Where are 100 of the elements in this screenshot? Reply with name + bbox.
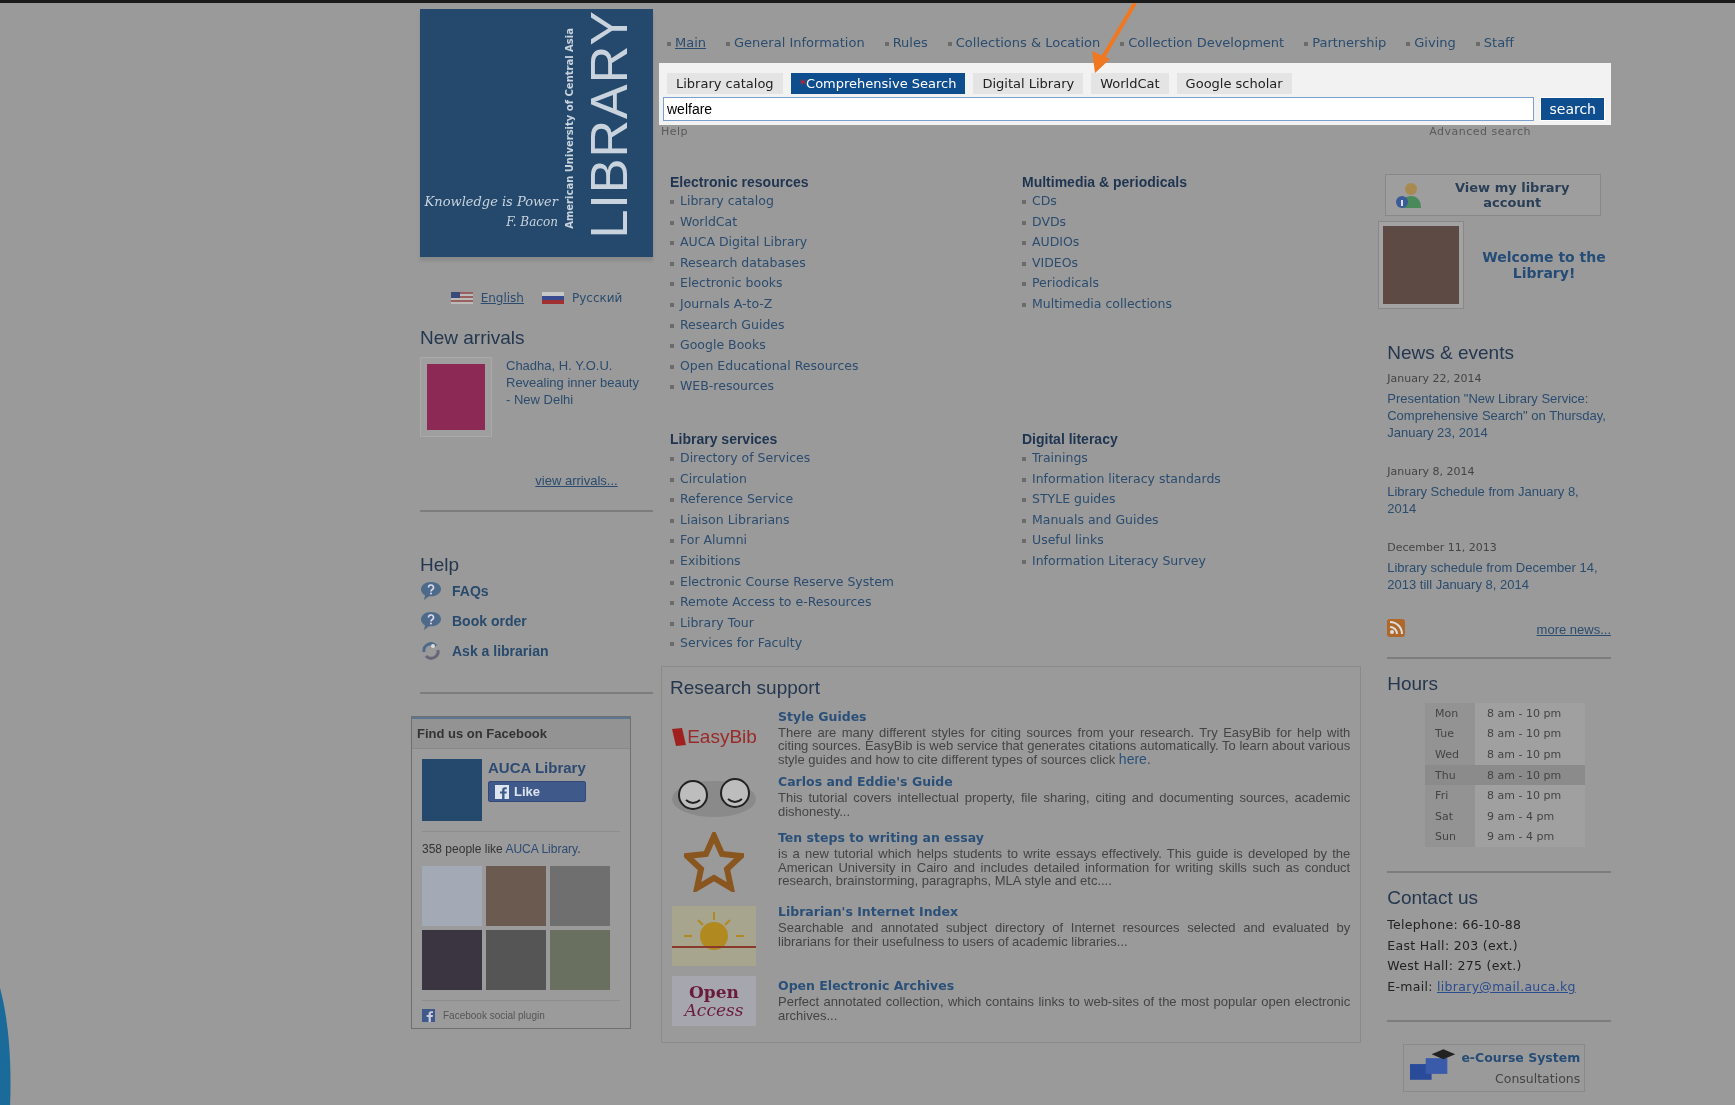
resource-link[interactable]: CDs	[1022, 191, 1057, 212]
resource-link[interactable]: Information Literacy Survey	[1022, 550, 1206, 572]
resource-link[interactable]: Circulation	[670, 468, 747, 490]
arrival-link[interactable]: Chadha, H. Y.O.U. Revealing inner beauty - New Delhi	[506, 357, 646, 437]
search-tab[interactable]: Google scholar	[1176, 73, 1292, 94]
book-icon	[671, 726, 688, 747]
search-tab[interactable]: Digital Library	[973, 73, 1084, 94]
help-link[interactable]: Book order	[420, 606, 653, 636]
us-flag-icon	[450, 292, 473, 304]
resource-link[interactable]: Electronic books	[670, 273, 783, 294]
star-emblem-icon	[684, 832, 744, 893]
resource-link[interactable]: VIDEOs	[1022, 252, 1079, 274]
search-tab[interactable]: *Comprehensive Search	[790, 73, 966, 94]
resource-link[interactable]: Trainings	[1022, 447, 1088, 469]
resource-title-link[interactable]: Librarian's Internet Index	[778, 904, 959, 920]
resource-title-link[interactable]: Style Guides	[778, 708, 867, 724]
hours-row: Sun 9 am - 4 pm	[1425, 826, 1586, 848]
open-access-logo: Open Access	[672, 976, 756, 1027]
resource-link[interactable]: Reference Service	[670, 489, 794, 510]
contact-line: Telephone: 66-10-88	[1387, 916, 1523, 935]
news-link[interactable]: Presentation "New Library Service: Comprehensive Search" on Thursday, January 23, 2014	[1387, 390, 1610, 441]
contact-line: E-mail: library@mail.auca.kg	[1387, 977, 1577, 996]
search-tab[interactable]: WorldCat	[1091, 73, 1169, 94]
resource-link[interactable]: DVDs	[1022, 211, 1067, 233]
e-course-button[interactable]: e-Course System Consultations	[1403, 1043, 1586, 1092]
search-tab[interactable]: Library catalog	[667, 73, 783, 94]
resource-description: Searchable and annotated subject directory of Internet resources selected and evaluated by librarians for their usefulness to users of academic libraries...	[778, 921, 1351, 949]
resource-link[interactable]: Periodicals	[1022, 273, 1099, 294]
page-logo	[422, 759, 482, 821]
section-heading: Multimedia & periodicals	[1022, 174, 1188, 190]
nav-link[interactable]: Partnership	[1304, 35, 1387, 63]
resource-link[interactable]: Electronic Course Reserve System	[670, 571, 895, 593]
view-arrivals-link[interactable]: view arrivals...	[535, 473, 618, 488]
facebook-icon	[495, 784, 509, 799]
resource-link[interactable]: Manuals and Guides	[1022, 509, 1159, 531]
resource-link[interactable]: Research Guides	[670, 314, 785, 336]
nav-link[interactable]: Giving	[1406, 35, 1456, 63]
resource-link[interactable]: WEB-resources	[670, 376, 774, 397]
nav-link[interactable]: Rules	[884, 35, 928, 63]
welcome-link[interactable]: Welcome to the Library!	[1477, 249, 1611, 281]
resource-link[interactable]: Open Educational Resources	[670, 355, 859, 377]
resource-link[interactable]: Useful links	[1022, 530, 1104, 551]
logo-author: F. Bacon	[506, 215, 558, 229]
resource-link[interactable]: AUDIOs	[1022, 232, 1080, 253]
more-news-link[interactable]: more news...	[1536, 622, 1611, 637]
section-title: Contact us	[1387, 887, 1480, 910]
resource-link[interactable]: Liaison Librarians	[670, 509, 790, 531]
language-link[interactable]: English	[450, 291, 524, 305]
resource-link[interactable]: Journals A-to-Z	[670, 293, 773, 315]
question-bubble-icon	[420, 581, 442, 601]
section-title: New arrivals	[420, 327, 526, 349]
resource-link[interactable]: WorldCat	[670, 211, 738, 233]
resource-title-link[interactable]: Carlos and Eddie's Guide	[778, 774, 953, 790]
resource-link[interactable]: Google Books	[670, 335, 766, 356]
nav-link[interactable]: Collections & Location	[947, 35, 1101, 63]
hours-row: Sat 9 am - 4 pm	[1425, 805, 1586, 827]
nav-link[interactable]: Collection Development	[1120, 35, 1285, 63]
resource-description: is a new tutorial which helps students to write essays effectively. This guide is developed by the American University in Cairo and includes detailed information for writing skills such as conduct research, brainstorming, paragraphs, MLA style and etc....	[778, 847, 1351, 888]
resource-link[interactable]: AUCA Digital Library	[670, 232, 808, 253]
hours-row: Wed 8 am - 10 pm	[1425, 744, 1586, 765]
question-bubble-icon	[420, 611, 442, 631]
news-link[interactable]: Library Schedule from January 8, 2014	[1387, 483, 1610, 517]
resource-link[interactable]: Information literacy standards	[1022, 468, 1221, 490]
photo-placeholder	[486, 930, 546, 990]
help-link[interactable]: Help	[661, 125, 689, 138]
help-link[interactable]: Ask a librarian	[420, 636, 653, 666]
resource-title-link[interactable]: Ten steps to writing an essay	[778, 830, 984, 846]
facebook-page-link[interactable]: AUCA Library	[488, 759, 586, 776]
contact-line: West Hall: 275 (ext.)	[1387, 957, 1523, 976]
advanced-search-link[interactable]: Advanced search	[1429, 125, 1531, 138]
resource-link[interactable]: Library Tour	[670, 612, 754, 634]
help-link[interactable]: FAQs	[420, 576, 653, 606]
resource-link[interactable]: Research databases	[670, 252, 806, 274]
nav-link[interactable]: General Information	[726, 35, 865, 63]
resource-link[interactable]: Services for Faculty	[670, 633, 803, 654]
here-link[interactable]: here	[1118, 750, 1147, 767]
facebook-plugin-label: Facebook social plugin	[422, 1009, 545, 1022]
resource-link[interactable]: STYLE guides	[1022, 489, 1116, 510]
account-button[interactable]: View my library account	[1385, 174, 1602, 216]
search-button[interactable]: search	[1540, 97, 1605, 121]
resource-link[interactable]: For Alumni	[670, 530, 748, 551]
language-link[interactable]: Русский	[541, 291, 623, 305]
nav-link[interactable]: Main	[667, 35, 707, 63]
photo-placeholder	[422, 930, 482, 990]
search-field[interactable]: welfare	[663, 97, 1535, 121]
news-link[interactable]: Library schedule from December 14, 2013 till January 8, 2014	[1387, 559, 1610, 593]
email-link[interactable]: library@mail.auca.kg	[1437, 978, 1576, 994]
hours-row: Thu 8 am - 10 pm	[1425, 764, 1586, 786]
hours-row: Fri 8 am - 10 pm	[1425, 785, 1586, 806]
resource-link[interactable]: Exibitions	[670, 550, 741, 572]
photo-placeholder	[550, 866, 610, 926]
section-heading: Digital literacy	[1022, 430, 1119, 447]
resource-link[interactable]: Library catalog	[670, 191, 774, 212]
nav-link[interactable]: Staff	[1475, 35, 1515, 63]
resource-title-link[interactable]: Open Electronic Archives	[778, 978, 955, 994]
photo-placeholder	[550, 930, 610, 990]
resource-link[interactable]: Remote Access to e-Resources	[670, 592, 872, 613]
like-button[interactable]: Like	[488, 781, 586, 802]
resource-link[interactable]: Directory of Services	[670, 447, 811, 469]
resource-link[interactable]: Multimedia collections	[1022, 293, 1172, 315]
